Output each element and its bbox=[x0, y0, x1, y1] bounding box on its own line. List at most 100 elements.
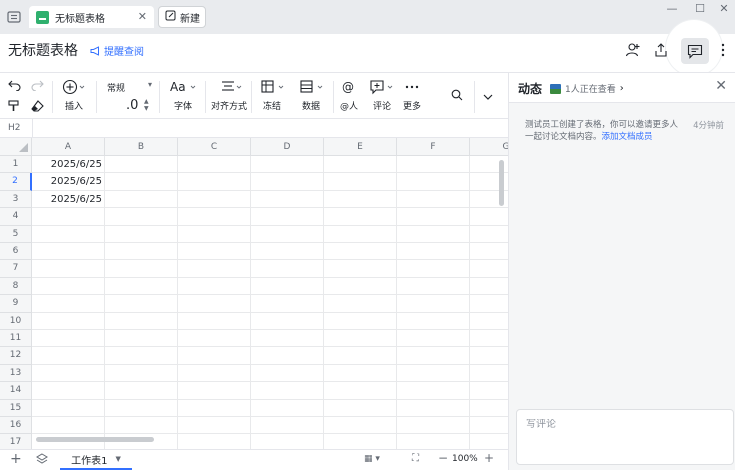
cell-F7[interactable] bbox=[397, 260, 470, 278]
cell-D6[interactable] bbox=[251, 243, 324, 261]
cell-G11[interactable] bbox=[470, 330, 508, 348]
cell-G15[interactable] bbox=[470, 400, 508, 417]
cell-B3[interactable] bbox=[105, 190, 178, 209]
tab-untitled-sheet[interactable]: 无标题表格 ✕ bbox=[29, 6, 154, 28]
cell-G14[interactable] bbox=[470, 382, 508, 400]
row-header[interactable]: 8 bbox=[0, 277, 32, 296]
redo-icon[interactable] bbox=[31, 80, 44, 94]
cell-D16[interactable] bbox=[251, 417, 324, 435]
add-members-link[interactable]: 添加文档成员 bbox=[602, 132, 653, 142]
cell-G6[interactable] bbox=[470, 243, 508, 261]
cell-E6[interactable] bbox=[324, 243, 397, 261]
cell-F13[interactable] bbox=[397, 364, 470, 383]
row-header[interactable]: 5 bbox=[0, 225, 32, 243]
cell-D12[interactable] bbox=[251, 347, 324, 365]
cell-A6[interactable] bbox=[32, 243, 105, 261]
cell-D5[interactable] bbox=[251, 225, 324, 243]
cell-C13[interactable] bbox=[178, 364, 251, 383]
row-header[interactable]: 13 bbox=[0, 364, 32, 383]
data-button[interactable]: 数据 bbox=[298, 79, 324, 112]
cell-F12[interactable] bbox=[397, 347, 470, 365]
cell-D15[interactable] bbox=[251, 399, 324, 417]
cell-A2[interactable]: 2025/6/25 bbox=[32, 173, 105, 191]
cell-B12[interactable] bbox=[105, 347, 178, 365]
cell-F10[interactable] bbox=[397, 312, 470, 330]
cell-B5[interactable] bbox=[105, 225, 178, 243]
cell-A12[interactable] bbox=[32, 347, 105, 365]
row-header[interactable]: 4 bbox=[0, 208, 32, 226]
select-all-corner[interactable] bbox=[0, 138, 32, 156]
cell-G12[interactable] bbox=[470, 347, 508, 365]
cell-F2[interactable] bbox=[397, 173, 470, 191]
cell-A13[interactable] bbox=[32, 364, 105, 383]
column-header[interactable]: C bbox=[178, 138, 251, 156]
cell-E8[interactable] bbox=[324, 277, 397, 296]
more-button[interactable]: 更多 bbox=[403, 79, 421, 112]
window-menu-icon[interactable] bbox=[4, 8, 24, 26]
remind-button[interactable]: 提醒查阅 bbox=[90, 43, 144, 58]
cell-A14[interactable] bbox=[32, 382, 105, 400]
row-header[interactable]: 3 bbox=[0, 190, 32, 209]
cell-F5[interactable] bbox=[397, 225, 470, 243]
format-painter-icon[interactable] bbox=[8, 100, 20, 115]
cell-A3[interactable]: 2025/6/25 bbox=[32, 190, 105, 209]
comment-input[interactable] bbox=[526, 419, 716, 430]
cell-B8[interactable] bbox=[105, 277, 178, 296]
cell-A7[interactable] bbox=[32, 260, 105, 278]
row-header[interactable]: 12 bbox=[0, 347, 32, 365]
row-header[interactable]: 16 bbox=[0, 417, 32, 435]
cell-F8[interactable] bbox=[397, 277, 470, 296]
column-header[interactable]: G bbox=[470, 138, 508, 156]
cell-F15[interactable] bbox=[397, 399, 470, 417]
cell-D3[interactable] bbox=[251, 190, 324, 209]
cell-B6[interactable] bbox=[105, 243, 178, 261]
sheet-tab[interactable]: 工作表1 ▼ bbox=[60, 450, 132, 470]
new-tab-button[interactable]: 新建 bbox=[158, 6, 206, 28]
cell-G16[interactable] bbox=[470, 417, 508, 435]
cell-C16[interactable] bbox=[178, 417, 251, 435]
cell-E16[interactable] bbox=[324, 417, 397, 435]
align-button[interactable]: 对齐方式 bbox=[211, 79, 247, 112]
cell-B7[interactable] bbox=[105, 260, 178, 278]
cell-E2[interactable] bbox=[324, 173, 397, 191]
cell-C6[interactable] bbox=[178, 243, 251, 261]
cell-B9[interactable] bbox=[105, 295, 178, 313]
cell-reference[interactable]: H2 bbox=[8, 123, 21, 133]
vertical-scrollbar[interactable] bbox=[499, 160, 504, 206]
cell-C11[interactable] bbox=[178, 330, 251, 348]
zoom-in-icon[interactable]: + bbox=[484, 451, 494, 465]
column-header[interactable]: A bbox=[32, 138, 105, 156]
comment-input-box[interactable] bbox=[516, 409, 734, 465]
cell-F3[interactable] bbox=[397, 190, 470, 209]
cell-C14[interactable] bbox=[178, 382, 251, 400]
cell-C17[interactable] bbox=[178, 434, 251, 449]
cell-E13[interactable] bbox=[324, 364, 397, 383]
cell-G7[interactable] bbox=[470, 260, 508, 278]
row-header[interactable]: 9 bbox=[0, 295, 32, 313]
column-header[interactable]: B bbox=[105, 138, 178, 156]
viewers-button[interactable]: 1人正在查看 › bbox=[550, 82, 624, 95]
cell-A15[interactable] bbox=[32, 399, 105, 417]
row-header[interactable]: 14 bbox=[0, 382, 32, 400]
cell-F6[interactable] bbox=[397, 243, 470, 261]
close-window-icon[interactable]: ✕ bbox=[716, 2, 732, 15]
cell-C2[interactable] bbox=[178, 173, 251, 191]
minimize-icon[interactable]: — bbox=[664, 2, 680, 15]
font-button[interactable]: Aa 字体 bbox=[169, 79, 197, 112]
cell-E3[interactable] bbox=[324, 190, 397, 209]
insert-button[interactable]: 插入 bbox=[62, 79, 86, 112]
cell-G4[interactable] bbox=[470, 208, 508, 226]
cell-A4[interactable] bbox=[32, 208, 105, 226]
cell-B4[interactable] bbox=[105, 208, 178, 226]
cell-C4[interactable] bbox=[178, 208, 251, 226]
clear-format-icon[interactable] bbox=[31, 100, 44, 115]
cell-E15[interactable] bbox=[324, 399, 397, 417]
comment-button[interactable]: 评论 bbox=[369, 79, 395, 112]
view-mode-icon[interactable]: ▦ ▾ bbox=[364, 454, 380, 464]
cell-F17[interactable] bbox=[397, 434, 470, 449]
column-header[interactable]: E bbox=[324, 138, 397, 156]
cell-B10[interactable] bbox=[105, 312, 178, 330]
cell-G17[interactable] bbox=[470, 434, 508, 449]
cell-D8[interactable] bbox=[251, 277, 324, 296]
search-icon[interactable] bbox=[451, 89, 463, 104]
